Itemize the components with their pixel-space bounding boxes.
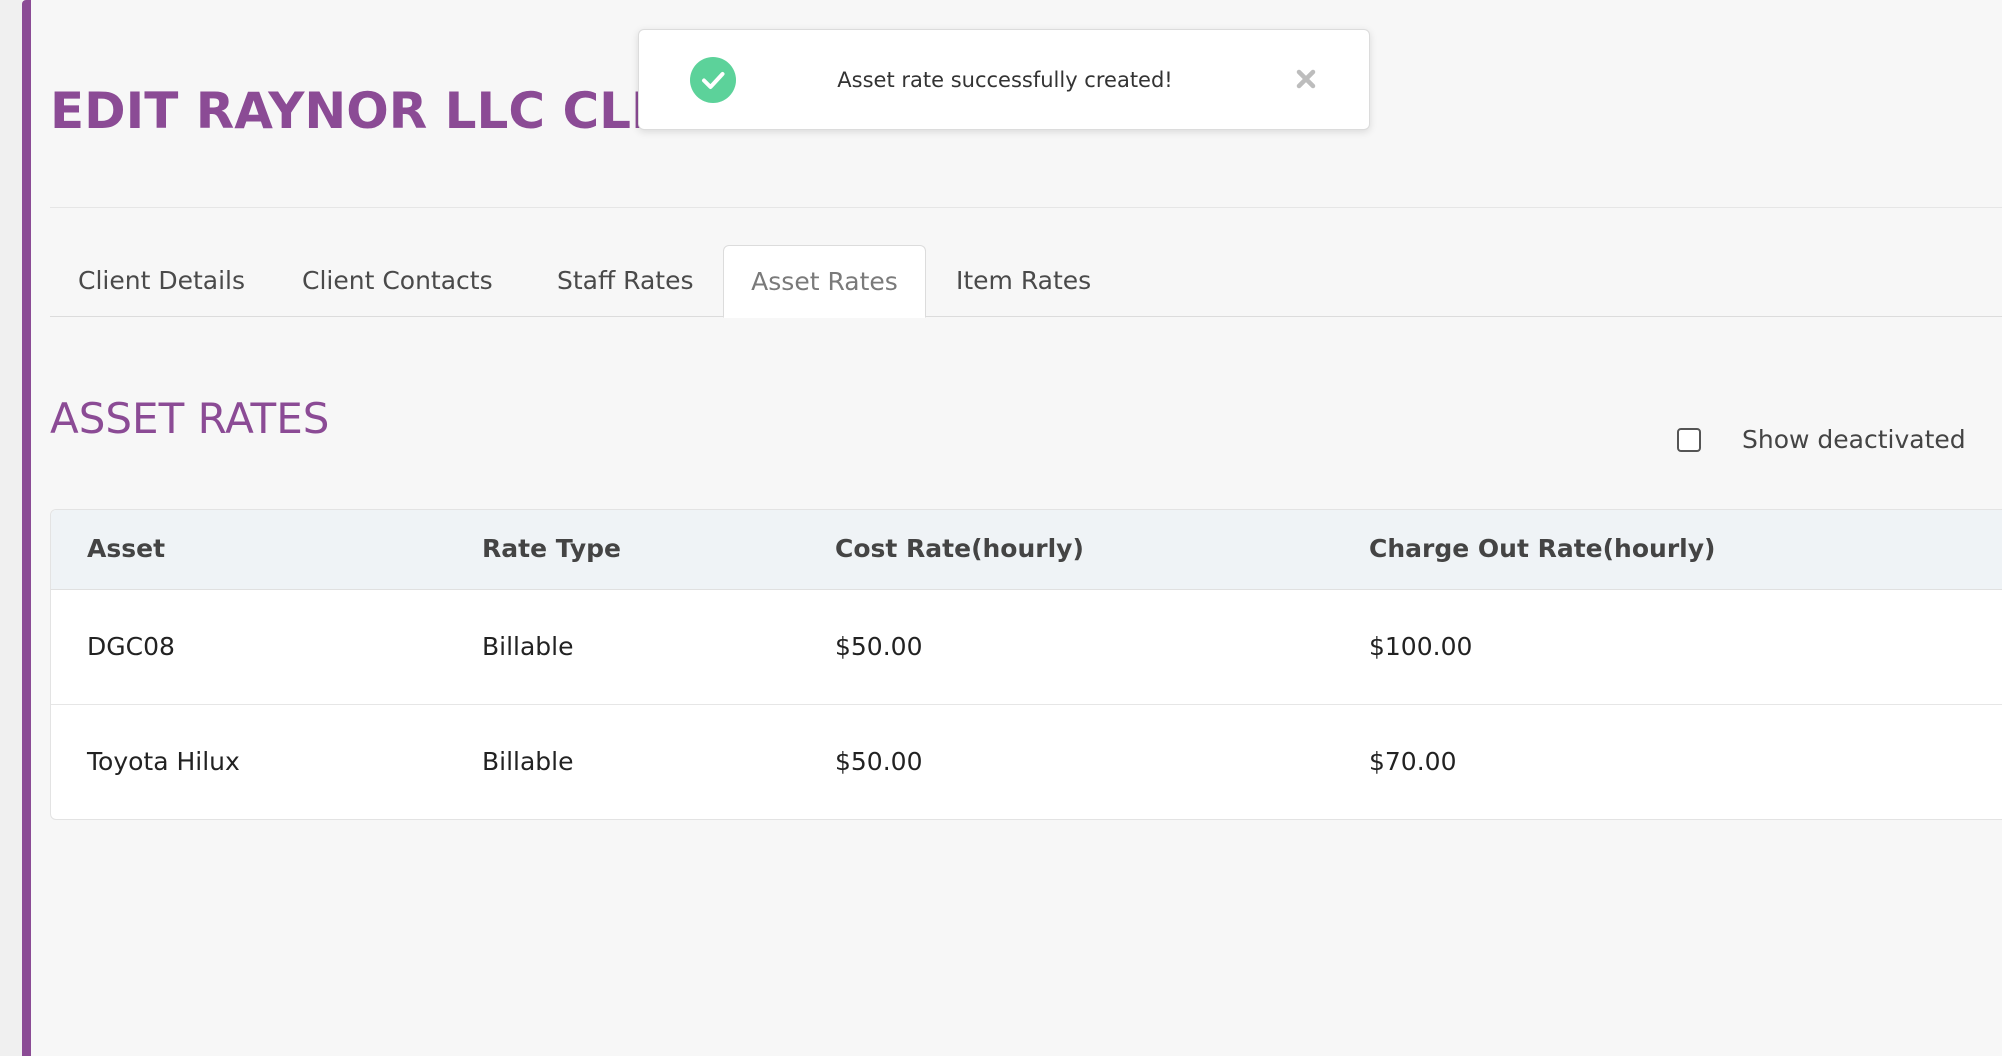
cell-charge-out-rate: $70.00 (1369, 747, 1457, 776)
toast-message: Asset rate successfully created! (837, 68, 1173, 92)
close-icon[interactable] (1293, 66, 1319, 92)
asset-rates-table: Asset Rate Type Cost Rate(hourly) Charge… (50, 509, 2002, 820)
accent-bar (22, 0, 31, 1056)
tab-staff-rates[interactable]: Staff Rates (557, 245, 694, 317)
section-title: ASSET RATES (50, 394, 330, 443)
tab-client-details[interactable]: Client Details (78, 245, 245, 317)
table-row[interactable]: Toyota Hilux Billable $50.00 $70.00 (51, 705, 2002, 819)
cell-cost-rate: $50.00 (835, 632, 923, 661)
tab-bar: Client Details Client Contacts Staff Rat… (50, 245, 2002, 318)
cell-rate-type: Billable (482, 747, 574, 776)
cell-rate-type: Billable (482, 632, 574, 661)
table-row[interactable]: DGC08 Billable $50.00 $100.00 (51, 590, 2002, 705)
cell-cost-rate: $50.00 (835, 747, 923, 776)
column-header-cost-rate[interactable]: Cost Rate(hourly) (835, 510, 1084, 588)
cell-asset: DGC08 (87, 632, 175, 661)
success-toast: Asset rate successfully created! (638, 29, 1370, 130)
tab-item-rates[interactable]: Item Rates (956, 245, 1091, 317)
left-edge-panel (0, 0, 22, 1056)
table-header: Asset Rate Type Cost Rate(hourly) Charge… (51, 510, 2002, 590)
tab-asset-rates[interactable]: Asset Rates (723, 245, 926, 318)
tab-client-contacts[interactable]: Client Contacts (302, 245, 493, 317)
column-header-rate-type[interactable]: Rate Type (482, 510, 621, 588)
cell-asset: Toyota Hilux (87, 747, 240, 776)
show-deactivated-checkbox[interactable] (1677, 428, 1701, 452)
column-header-charge-out-rate[interactable]: Charge Out Rate(hourly) (1369, 510, 1715, 588)
check-circle-icon (690, 57, 736, 103)
show-deactivated-label[interactable]: Show deactivated (1742, 424, 1966, 456)
title-divider (50, 207, 2002, 208)
column-header-asset[interactable]: Asset (87, 510, 165, 588)
cell-charge-out-rate: $100.00 (1369, 632, 1473, 661)
